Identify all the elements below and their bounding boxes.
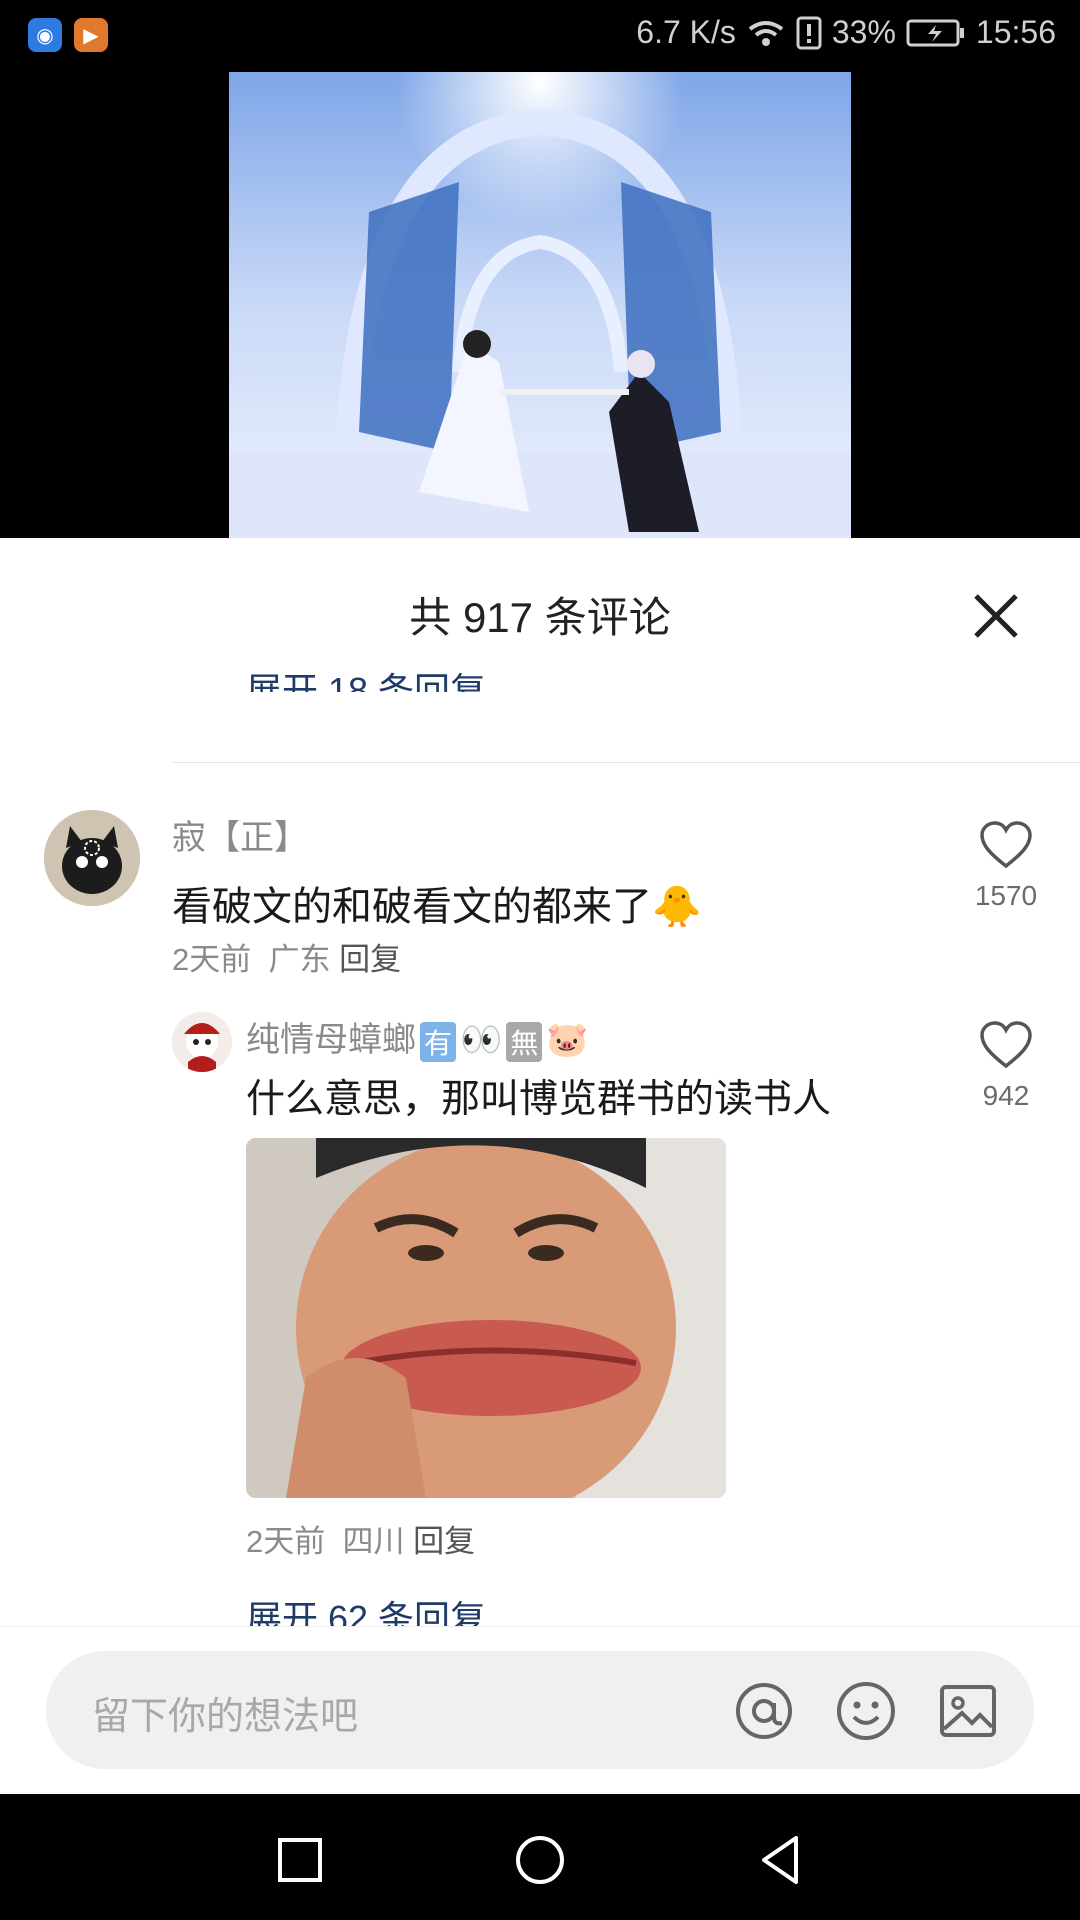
badge-tag: 有 <box>420 1022 457 1063</box>
avatar[interactable] <box>172 1012 232 1072</box>
status-apps: ◉ ▶ <box>28 18 108 52</box>
comment-input-bar: 留下你的想法吧 <box>0 1626 1080 1795</box>
comment-text-body: 看破文的和破看文的都来了 <box>172 885 652 929</box>
comment-input[interactable]: 留下你的想法吧 <box>46 1651 1034 1769</box>
video-scene-image <box>229 72 851 538</box>
image-button[interactable] <box>936 1679 1000 1743</box>
status-bar: ◉ ▶ 6.7 K/s 33% 15:56 <box>0 0 1080 72</box>
like-count: 942 <box>982 1080 1030 1111</box>
image-icon <box>940 1685 996 1737</box>
video-player[interactable] <box>0 72 1080 538</box>
comment-meta: 2天前 四川 回复 <box>246 1516 475 1561</box>
comment-image[interactable] <box>246 1138 726 1498</box>
comment-text: 看破文的和破看文的都来了🐥 <box>172 874 702 932</box>
comment-author: 纯情母蟑螂有 👀 無 🐷 <box>246 1012 589 1063</box>
heart-icon <box>980 1021 1032 1069</box>
reply-button[interactable]: 回复 <box>339 942 401 977</box>
emoji-button[interactable] <box>834 1679 898 1743</box>
comment-input-placeholder: 留下你的想法吧 <box>92 1696 359 1738</box>
wifi-icon <box>748 20 784 46</box>
square-icon <box>278 1838 322 1882</box>
alert-icon <box>796 16 822 49</box>
emoji-icon: 🐥 <box>652 885 702 929</box>
expand-replies-link[interactable]: 展开 18 条回复 <box>246 662 486 692</box>
badge-tag: 無 <box>506 1022 543 1063</box>
divider <box>172 762 1080 763</box>
cat-avatar-icon <box>44 810 140 906</box>
close-button[interactable] <box>968 588 1024 644</box>
at-icon <box>736 1683 792 1739</box>
net-speed: 6.7 K/s <box>636 14 736 50</box>
battery-icon <box>906 19 964 46</box>
circle-icon <box>516 1836 564 1884</box>
app-badge-icon: ◉ <box>28 18 62 52</box>
like-count: 1570 <box>974 880 1038 911</box>
comment-location: 广东 <box>268 942 331 977</box>
mention-button[interactable] <box>732 1679 796 1743</box>
home-button[interactable] <box>512 1832 568 1888</box>
video-frame[interactable] <box>229 72 851 538</box>
heart-icon <box>980 821 1032 869</box>
video-app-icon: ▶ <box>74 18 108 52</box>
comments-sheet: 共 917 条评论 展开 18 条回复 寂【正】 看破文的和破看文的都来了🐥 2… <box>0 538 1080 1794</box>
smiley-icon <box>837 1682 895 1740</box>
comments-title: 共 917 条评论 <box>409 594 671 641</box>
system-nav-bar <box>0 1794 1080 1920</box>
close-icon <box>974 594 1018 638</box>
comment-meta: 2天前 广东 回复 <box>172 934 401 979</box>
comment-text: 什么意思，那叫博览群书的读书人 <box>246 1078 832 1121</box>
clock: 15:56 <box>975 14 1056 50</box>
comment-location: 四川 <box>342 1524 405 1559</box>
status-right: 6.7 K/s 33% 15:56 <box>636 14 1056 51</box>
battery-percent: 33% <box>831 14 896 50</box>
recents-button[interactable] <box>272 1832 328 1888</box>
like-button[interactable]: 942 <box>956 1020 1056 1112</box>
comment-author[interactable]: 寂【正】 <box>172 810 308 859</box>
character-avatar-icon <box>172 1012 232 1072</box>
back-button[interactable] <box>752 1832 808 1888</box>
triangle-back-icon <box>762 1836 798 1884</box>
reply-button[interactable]: 回复 <box>413 1524 475 1559</box>
avatar[interactable] <box>44 810 140 906</box>
eyes-emoji-icon: 👀 <box>460 1021 503 1059</box>
comment-time: 2天前 <box>172 942 252 977</box>
pig-emoji-icon: 🐷 <box>546 1021 589 1059</box>
like-button[interactable]: 1570 <box>956 820 1056 912</box>
author-name[interactable]: 纯情母蟑螂 <box>246 1021 416 1059</box>
comment-time: 2天前 <box>246 1524 326 1559</box>
meme-face-image <box>246 1138 726 1498</box>
